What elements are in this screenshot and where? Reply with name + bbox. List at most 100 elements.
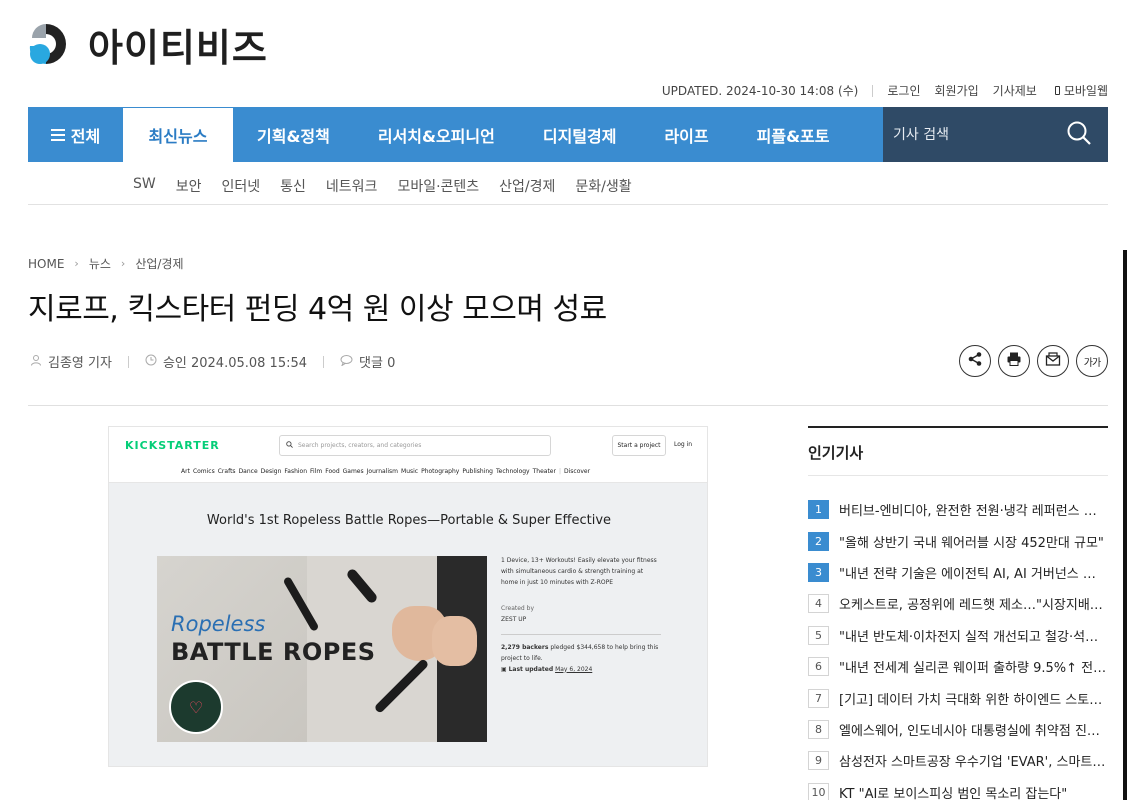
ks-categories: Art Comics Crafts Dance Design Fashion F… [181,468,590,475]
nav-item-life[interactable]: 라이프 [640,107,732,162]
subnav-item-internet[interactable]: 인터넷 [222,176,261,196]
nav-item-latest-news[interactable]: 최신뉴스 [123,107,233,162]
list-item[interactable]: 3 "내년 전략 기술은 에이전틱 AI, AI 거버넌스 플랫폼" [808,557,1108,588]
mobile-web-label: 모바일웹 [1063,84,1108,98]
print-icon [1006,351,1022,371]
photo-arm [432,616,477,666]
list-item[interactable]: 9 삼성전자 스마트공장 우수기업 'EVAR', 스마트 팩토리 구축 [808,745,1108,776]
ks-project-photo: Ropeless BATTLE ROPES ♡ [157,556,487,742]
email-button[interactable] [1037,345,1069,377]
logo-text: 아이티비즈 [88,25,268,70]
email-icon [1045,351,1061,371]
mobile-phone-icon [1054,86,1060,95]
breadcrumb-industry[interactable]: 산업/경제 [135,255,183,272]
print-button[interactable] [998,345,1030,377]
share-button[interactable] [959,345,991,377]
report-link[interactable]: 기사제보 [993,82,1037,99]
subnav-item-network[interactable]: 네트워크 [326,176,378,196]
ks-header: KICKSTARTER Search projects, creators, a… [109,427,707,483]
photo-rope [345,567,379,605]
ks-category: Games [342,468,364,475]
photo-rope [373,658,430,714]
rank-badge: 3 [808,562,829,582]
popular-item-title: KT "AI로 보이스피싱 범인 목소리 잡는다" [839,786,1068,800]
ks-ropeless-text: Ropeless [171,612,266,636]
nav-item-digital-economy[interactable]: 디지털경제 [519,107,641,162]
sub-nav: SW 보안 인터넷 통신 네트워크 모바일·콘텐츠 산업/경제 문화/생활 [133,176,632,196]
ks-category: Music [401,468,419,475]
chevron-right-icon: › [74,257,79,270]
site-logo[interactable]: 아이티비즈 [28,20,268,70]
subnav-item-industry-economy[interactable]: 산업/경제 [499,176,555,196]
all-menu-button[interactable]: 전체 [28,107,123,162]
nav-item-people-photo[interactable]: 피플&포토 [733,107,854,162]
login-link[interactable]: 로그인 [887,82,920,99]
popular-list: 1 버티브-엔비디아, 완전한 전원·냉각 레퍼런스 디자인 공개 2 "올해 상반… [808,494,1108,800]
divider [127,355,129,368]
ks-backers-count: 2,279 backers [501,643,549,651]
list-item[interactable]: 4 오케스트로, 공정위에 레드햇 제소…"시장지배력 남용" [808,588,1108,619]
ks-search-box: Search projects, creators, and categorie… [279,435,551,456]
subnav-item-security[interactable]: 보안 [176,176,202,196]
nav-search-box [883,107,1108,162]
popular-item-title: 엘에스웨어, 인도네시아 대통령실에 취약점 진단 솔루션 공급 [839,723,1107,739]
ks-category: Theater [532,468,556,475]
divider [323,355,325,368]
ks-logo: KICKSTARTER [125,439,220,452]
search-input[interactable] [893,126,1043,143]
mobile-web-link[interactable]: 모바일웹 [1054,82,1108,99]
share-toolbar: 가가 [959,345,1108,377]
ks-login: Log in [674,441,693,448]
list-item[interactable]: 5 "내년 반도체·이차전지 실적 개선되고 철강·석유화학 부진" [808,620,1108,651]
rank-badge: 8 [808,719,829,739]
ks-category: Comics [192,468,215,475]
popular-heading: 인기기사 [808,428,1108,476]
ks-discover: Discover [564,468,591,475]
ks-category: Photography [421,468,460,475]
ks-category: Publishing [462,468,493,475]
breadcrumb-home[interactable]: HOME [28,257,64,271]
list-item[interactable]: 2 "올해 상반기 국내 웨어러블 시장 452만대 규모" [808,525,1108,556]
ks-created-by-label: Created by [501,605,535,613]
nav-item-planning-policy[interactable]: 기획&정책 [233,107,354,162]
scrollbar[interactable] [1123,250,1127,800]
list-item[interactable]: 7 [기고] 데이터 가치 극대화 위한 하이엔드 스토리지 선택법 [808,682,1108,713]
ks-project-sidebar: 1 Device, 13+ Workouts! Easily elevate y… [501,556,661,675]
subnav-item-sw[interactable]: SW [133,176,156,196]
popular-item-title: 삼성전자 스마트공장 우수기업 'EVAR', 스마트 팩토리 구축 [839,755,1107,771]
subnav-item-telecom[interactable]: 통신 [280,176,306,196]
user-icon [30,354,42,369]
popular-item-title: 오케스트로, 공정위에 레드햇 제소…"시장지배력 남용" [839,598,1107,614]
article-title: 지로프, 킥스타터 펀딩 4억 원 이상 모으며 성료 [28,292,607,327]
updated-timestamp: UPDATED. 2024-10-30 14:08 (수) [661,84,859,98]
chevron-right-icon: › [120,257,126,270]
breadcrumb-news[interactable]: 뉴스 [89,255,111,272]
rank-badge: 10 [808,782,829,800]
ks-category: Design [260,468,282,475]
search-icon[interactable] [1066,120,1092,150]
ks-category: Crafts [217,468,236,475]
search-icon [286,441,293,450]
divider: | [558,468,561,475]
nav-item-research-opinion[interactable]: 리서치&오피니언 [354,107,519,162]
subnav-item-mobile-content[interactable]: 모바일·콘텐츠 [397,176,479,196]
font-size-button[interactable]: 가가 [1076,345,1108,377]
list-item[interactable]: 6 "내년 전세계 실리콘 웨이퍼 출하량 9.5%↑ 전망" [808,651,1108,682]
signup-link[interactable]: 회원가입 [934,82,978,99]
article-comments-count[interactable]: 댓글 0 [359,352,395,371]
clock-icon [145,354,157,369]
ks-creator: ZEST UP [501,616,527,624]
list-item[interactable]: 8 엘에스웨어, 인도네시아 대통령실에 취약점 진단 솔루션 공급 [808,714,1108,745]
article-meta: 김종영 기자 승인 2024.05.08 15:54 댓글 0 [30,352,395,371]
popular-item-title: "내년 전략 기술은 에이전틱 AI, AI 거버넌스 플랫폼" [839,566,1107,582]
ks-battle-ropes-text: BATTLE ROPES [171,638,376,666]
divider [28,405,1108,406]
ks-search-placeholder: Search projects, creators, and categorie… [298,442,422,449]
article-approved-date: 승인 2024.05.08 15:54 [162,356,308,371]
list-item[interactable]: 1 버티브-엔비디아, 완전한 전원·냉각 레퍼런스 디자인 공개 [808,494,1108,525]
divider [872,84,874,97]
font-size-label: 가가 [1083,357,1101,369]
list-item[interactable]: 10 KT "AI로 보이스피싱 범인 목소리 잡는다" [808,777,1108,800]
subnav-item-culture-life[interactable]: 문화/생활 [575,176,631,196]
top-utility-bar: UPDATED. 2024-10-30 14:08 (수) 로그인 회원가입 기… [662,82,1108,99]
